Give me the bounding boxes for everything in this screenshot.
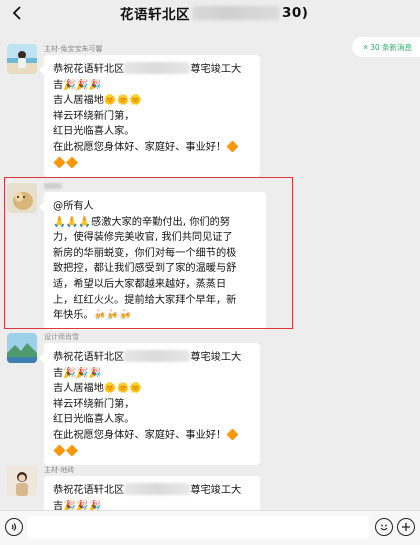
message-line: 吉人居福地🌞🌞🌞 [53, 95, 142, 107]
message-line: 在此祝愿您身体好、家庭好、事业好！🔶 [53, 141, 239, 153]
sender-name: 主材-兔宝宝朱可馨 [44, 45, 103, 53]
message-line: 吉人居福地🌞🌞🌞 [53, 383, 142, 395]
redacted-text [124, 62, 191, 74]
message-line: 红日光临喜人家。 [53, 126, 135, 138]
message-input[interactable] [27, 516, 369, 539]
message-line: @所有人 [53, 201, 94, 212]
message-line: 吉🎉🎉🎉 [53, 367, 102, 379]
redacted-text [44, 183, 62, 189]
message-line: 力，使得装修完美收官, 我们共同见证了 [53, 232, 233, 244]
message-line: 在此祝愿您身体好、家庭好、事业好！🔶 [53, 429, 239, 441]
message-bubble[interactable]: 恭祝花语轩北区 尊宅竣工大 吉🎉🎉🎉 吉人居福地🌞🌞🌞 祥云环绕新门第， 红日光临… [39, 343, 260, 466]
sender-name: 主材-地砖 [44, 466, 75, 474]
sender-name: 设计师肖雪 [44, 333, 79, 341]
message-line: 适，希望以后大家都越来越好，蒸蒸日 [53, 278, 227, 290]
plus-icon[interactable] [397, 518, 415, 536]
message-bubble[interactable]: 恭祝花语轩北区 尊宅竣工大 吉🎉🎉🎉 吉人居福地🌞🌞🌞 祥云环绕新门第， 红日光临… [39, 55, 260, 178]
message-line: 🔶🔶 [53, 445, 79, 457]
woman-avatar[interactable] [7, 466, 37, 496]
message-line: 恭祝花语轩北区 尊宅竣工大 [53, 62, 242, 75]
message-line: 恭祝花语轩北区 尊宅竣工大 [53, 483, 242, 496]
chat-header: 花语轩北区 30) [0, 0, 420, 28]
message-line: 祥云环绕新门第， [53, 110, 135, 122]
message-line: 吉🎉🎉🎉 [53, 79, 102, 91]
double-up-arrow-icon: « [359, 44, 370, 50]
message-line: 年快乐。🍻🍻🍻 [53, 310, 132, 322]
chat-title-suffix: 30) [282, 5, 309, 21]
new-messages-label: 30 条新消息 [370, 42, 412, 52]
new-messages-badge[interactable]: « 30 条新消息 [351, 37, 420, 57]
message-line: 🙏🙏🙏感激大家的辛勤付出, 你们的努 [53, 216, 230, 228]
redacted-text [192, 6, 280, 20]
redacted-text [124, 483, 191, 495]
message-line: 上，红红火火。提前给大家拜个早年，新 [53, 294, 237, 306]
beach-person-avatar[interactable] [7, 44, 37, 74]
redacted-text [124, 350, 191, 362]
message-line: 祥云环绕新门第， [53, 398, 135, 410]
message-line: 致把控，都让我们感受到了家的温暖与舒 [53, 263, 237, 275]
message-line: 新房的华丽蜕变，你们对每一个细节的极 [53, 247, 237, 259]
message-line: 红日光临喜人家。 [53, 414, 135, 426]
landscape-avatar[interactable] [7, 333, 37, 363]
back-chevron-icon[interactable] [8, 4, 26, 22]
message-bubble[interactable]: @所有人 🙏🙏🙏感激大家的辛勤付出, 你们的努 力，使得装修完美收官, 我们共同… [39, 192, 266, 330]
emoji-icon[interactable] [375, 518, 393, 536]
chat-title-prefix: 花语轩北区 [120, 7, 190, 23]
input-bar [0, 510, 420, 545]
message-line: 恭祝花语轩北区 尊宅竣工大 [53, 350, 242, 363]
voice-icon[interactable] [5, 518, 23, 536]
chat-title: 花语轩北区 30) [120, 3, 308, 23]
message-line: 🔶🔶 [53, 157, 79, 169]
dog-avatar[interactable] [7, 183, 37, 213]
sender-name [44, 182, 62, 190]
